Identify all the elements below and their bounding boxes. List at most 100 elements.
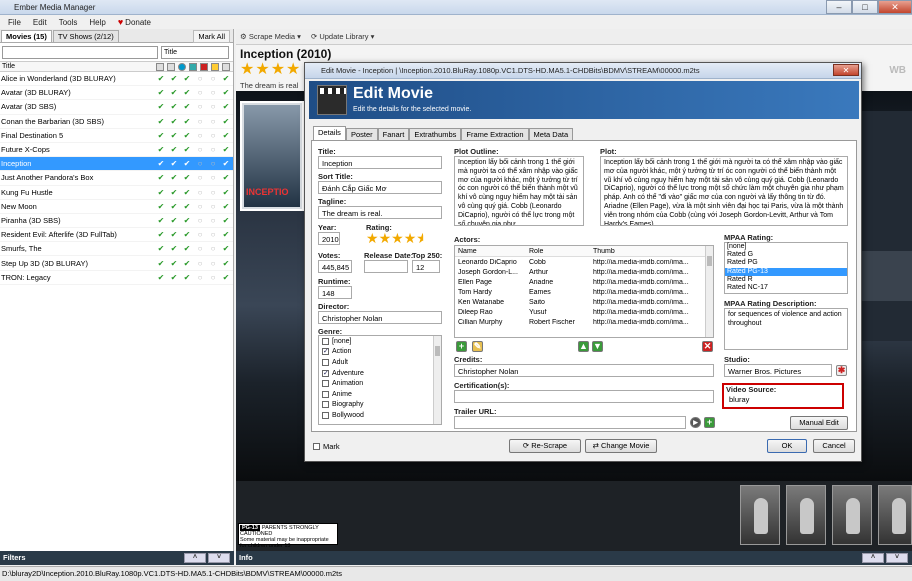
actor-row[interactable]: Cillian Murphy Robert Fischer http://ia.me… <box>455 318 713 328</box>
mpaa-rating-list[interactable]: [none] Rated G Rated PG Rated PG-13 Rated RR… <box>724 242 848 294</box>
menu-edit[interactable]: Edit <box>29 18 51 27</box>
genre-item[interactable]: Animation <box>319 378 441 389</box>
movie-list-row[interactable]: Inception ✔ ✔ ✔ ○ ○ ✔ <box>0 157 233 172</box>
movie-list-row[interactable]: Avatar (3D BLURAY) ✔ ✔ ✔ ○ ○ ✔ <box>0 86 233 101</box>
video-source-field[interactable]: bluray <box>726 393 840 405</box>
search-input[interactable] <box>2 45 158 59</box>
extrathumb-image[interactable] <box>832 485 872 545</box>
extrathumb-image[interactable] <box>740 485 780 545</box>
genre-item[interactable]: [none] <box>319 336 441 347</box>
change-movie-button[interactable]: ⇄ Change Movie <box>585 439 657 453</box>
checkbox-icon[interactable] <box>322 401 329 409</box>
extrathumb-image[interactable] <box>878 485 912 545</box>
genre-item[interactable]: Bollywood <box>319 410 441 421</box>
checkbox-icon[interactable] <box>322 390 329 398</box>
file-column-icon[interactable] <box>156 62 164 71</box>
actor-row[interactable]: Tom Hardy Eames http://ia.media-imdb.com/i… <box>455 287 713 297</box>
mpaa-option[interactable]: [none] <box>725 243 847 251</box>
mpaa-option[interactable]: Rated R <box>725 276 847 284</box>
actors-table[interactable]: Name Role Thumb Leonardo DiCaprio Cobb htt… <box>454 245 714 338</box>
movie-list-row[interactable]: Conan the Barbarian (3D SBS) ✔ ✔ ✔ ○ ○ ✔ <box>0 115 233 129</box>
genre-item[interactable]: Anime <box>319 389 441 400</box>
subtitle-column-icon[interactable] <box>211 62 219 71</box>
column-title[interactable]: Title <box>0 63 156 70</box>
mpaa-option[interactable]: Rated NC-17 <box>725 284 847 292</box>
votes-field[interactable]: 445,845 <box>318 260 352 273</box>
actor-row[interactable]: Ellen Page Ariadne http://ia.media-imdb.co… <box>455 277 713 287</box>
genre-list[interactable]: [none] ✓ Action Adult ✓ Adventure Animation Ani… <box>318 335 442 425</box>
menu-file[interactable]: File <box>4 18 25 27</box>
update-library-button[interactable]: ⟳ Update Library ▾ <box>311 32 374 41</box>
checkbox-icon[interactable] <box>322 380 329 388</box>
checked-checkbox-icon[interactable]: ✓ <box>322 369 329 377</box>
movie-list-row[interactable]: Piranha (3D SBS) ✔ ✔ ✔ ○ ○ ✔ <box>0 214 233 229</box>
checkbox-icon[interactable] <box>322 337 329 345</box>
tab-tv-shows[interactable]: TV Shows (2/12) <box>52 30 119 42</box>
sort-select[interactable]: Title <box>161 45 229 59</box>
actors-col-name[interactable]: Name <box>455 248 527 255</box>
movie-list-row[interactable]: Alice in Wonderland (3D BLURAY) ✔ ✔ ✔ ○ ○ ✔ <box>0 72 233 87</box>
credits-field[interactable]: Christopher Nolan <box>454 364 714 377</box>
genre-scrollbar[interactable] <box>433 336 441 424</box>
movie-list-row[interactable]: Resident Evil: Afterlife (3D FullTab) ✔ ✔ ✔… <box>0 228 233 243</box>
movie-list-row[interactable]: Future X-Cops ✔ ✔ ✔ ○ ○ ✔ <box>0 143 233 158</box>
checkbox-icon[interactable] <box>322 411 329 419</box>
actor-row[interactable]: Joseph Gordon-L... Arthur http://ia.media-… <box>455 267 713 277</box>
info-collapse-button[interactable]: ˄ <box>862 553 884 563</box>
title-field[interactable]: Inception <box>318 156 442 169</box>
movie-list-row[interactable]: TRON: Legacy ✔ ✔ ✔ ○ ○ ✔ <box>0 271 233 285</box>
rescrape-button[interactable]: ⟳ Re-Scrape <box>509 439 581 453</box>
genre-item[interactable]: Adult <box>319 357 441 368</box>
actor-row[interactable]: Leonardo DiCaprio Cobb http://ia.media-imd… <box>455 257 713 267</box>
rating-stars[interactable]: ★ ★ ★ ★ ★ <box>366 231 429 245</box>
move-actor-down-button[interactable]: ▼ <box>592 341 603 352</box>
movie-list-row[interactable]: Kung Fu Hustle ✔ ✔ ✔ ○ ○ ✔ <box>0 186 233 200</box>
menu-tools[interactable]: Tools <box>55 18 82 27</box>
movie-list-row[interactable]: Just Another Pandora's Box ✔ ✔ ✔ ○ ○ ✔ <box>0 171 233 186</box>
cancel-button[interactable]: Cancel <box>813 439 855 453</box>
edit-actor-button[interactable]: ✎ <box>472 341 483 352</box>
actor-row[interactable]: Ken Watanabe Saito http://ia.media-imdb.co… <box>455 297 713 307</box>
info-bar[interactable]: Info ˄ ˅ <box>236 551 912 565</box>
ok-button[interactable]: OK <box>767 439 807 453</box>
movie-list-row[interactable]: Avatar (3D SBS) ✔ ✔ ✔ ○ ○ ✔ <box>0 100 233 115</box>
movie-list-row[interactable]: Step Up 3D (3D BLURAY) ✔ ✔ ✔ ○ ○ ✔ <box>0 256 233 271</box>
movie-list-row[interactable]: Smurfs, The ✔ ✔ ✔ ○ ○ ✔ <box>0 242 233 257</box>
tab-details[interactable]: Details <box>313 126 346 140</box>
mark-all-button[interactable]: Mark All <box>193 30 230 43</box>
release-date-field[interactable] <box>364 260 408 273</box>
remove-actor-button[interactable]: ✕ <box>702 341 713 352</box>
tab-meta-data[interactable]: Meta Data <box>528 128 574 140</box>
movie-poster[interactable]: INCEPTIO <box>240 101 304 211</box>
year-field[interactable]: 2010 <box>318 232 340 245</box>
tab-poster[interactable]: Poster <box>345 128 378 140</box>
checkbox-icon[interactable] <box>322 358 329 366</box>
info-expand-button[interactable]: ˅ <box>886 553 908 563</box>
filters-bar[interactable]: Filters ˄ ˅ <box>0 551 234 565</box>
menu-help[interactable]: Help <box>85 18 109 27</box>
tagline-field[interactable]: The dream is real. <box>318 206 442 219</box>
trailer-column-icon[interactable] <box>200 62 208 71</box>
runtime-field[interactable]: 148 <box>318 286 352 299</box>
sort-title-field[interactable]: Đánh Cắp Giấc Mơ <box>318 181 442 194</box>
minimize-button[interactable]: – <box>826 0 852 14</box>
tab-frame-extraction[interactable]: Frame Extraction <box>461 128 529 140</box>
close-window-button[interactable]: ✕ <box>878 0 912 14</box>
watched-column-icon[interactable] <box>222 62 230 71</box>
studio-field[interactable]: Warner Bros. Pictures <box>724 364 832 377</box>
mpaa-description-field[interactable]: for sequences of violence and action thr… <box>724 308 848 350</box>
movie-list-row[interactable]: New Moon ✔ ✔ ✔ ○ ○ ✔ <box>0 200 233 214</box>
checked-checkbox-icon[interactable]: ✓ <box>322 348 329 356</box>
genre-item[interactable]: ✓ Action <box>319 347 441 358</box>
mpaa-option[interactable]: Rated PG-13 <box>725 267 847 276</box>
genre-item[interactable]: ✓ Adventure <box>319 368 441 379</box>
filters-collapse-button[interactable]: ˄ <box>184 553 206 563</box>
actor-row[interactable]: Dileep Rao Yusuf http://ia.media-imdb.com/… <box>455 307 713 317</box>
filters-expand-button[interactable]: ˅ <box>208 553 230 563</box>
star-icon[interactable]: ★ <box>366 231 379 245</box>
scrape-media-button[interactable]: ⚙ Scrape Media ▾ <box>240 32 301 41</box>
maximize-button[interactable]: □ <box>852 0 878 14</box>
studio-icon-button[interactable]: ✱ <box>836 365 847 376</box>
mpaa-option[interactable]: Rated G <box>725 251 847 259</box>
mark-checkbox[interactable] <box>313 443 320 450</box>
